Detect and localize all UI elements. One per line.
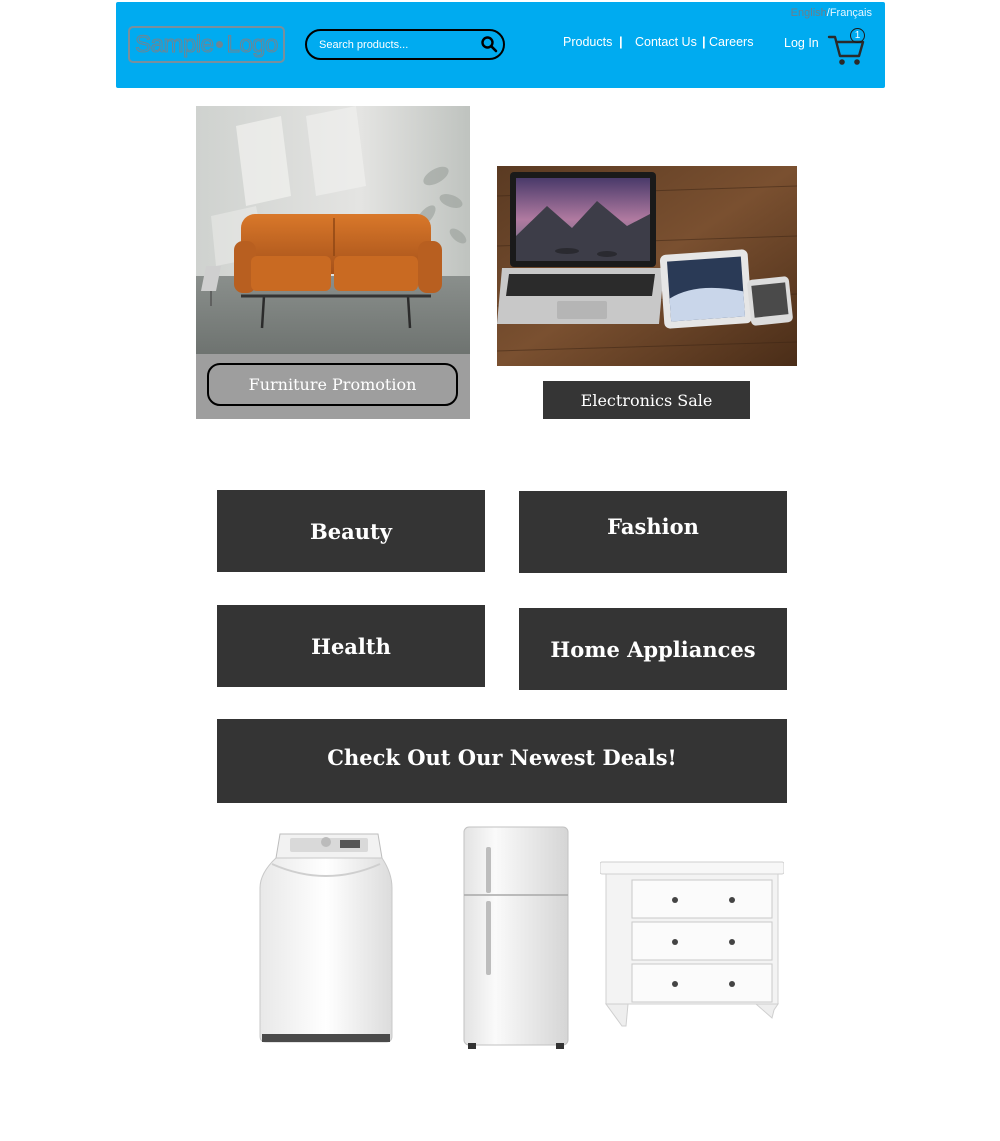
- dresser-image[interactable]: [600, 860, 784, 1030]
- nav-careers-link[interactable]: Careers: [709, 35, 753, 49]
- sofa-image: [196, 106, 470, 354]
- search-input[interactable]: [319, 36, 469, 54]
- nav-products-link[interactable]: Products: [563, 35, 612, 49]
- site-logo[interactable]: Sample Logo: [128, 26, 285, 63]
- category-beauty-button[interactable]: Beauty: [217, 490, 485, 572]
- cart-count-badge: 1: [850, 28, 865, 43]
- category-health-button[interactable]: Health: [217, 605, 485, 687]
- washing-machine-image[interactable]: [250, 828, 400, 1048]
- furniture-promotion-button[interactable]: Furniture Promotion: [207, 363, 458, 406]
- electronics-sale-button[interactable]: Electronics Sale: [543, 381, 750, 419]
- language-english-link[interactable]: English: [791, 7, 827, 19]
- electronics-image: [497, 166, 797, 366]
- refrigerator-image[interactable]: [462, 825, 570, 1051]
- logo-word-1: Sample: [135, 30, 215, 58]
- nav-separator: |: [702, 34, 706, 49]
- furniture-promotion-footer: Furniture Promotion: [196, 354, 470, 419]
- search-bar: [305, 29, 505, 60]
- login-link[interactable]: Log In: [784, 36, 819, 50]
- category-fashion-button[interactable]: Fashion: [519, 491, 787, 573]
- category-home-appliances-button[interactable]: Home Appliances: [519, 608, 787, 690]
- search-icon[interactable]: [480, 35, 498, 53]
- language-french-link[interactable]: Français: [830, 7, 872, 19]
- furniture-promotion-card: Furniture Promotion: [196, 106, 470, 419]
- newest-deals-button[interactable]: Check Out Our Newest Deals!: [217, 719, 787, 803]
- nav-separator: |: [619, 34, 623, 49]
- site-header: English/Français Sample Logo Products | …: [116, 2, 885, 88]
- nav-contact-link[interactable]: Contact Us: [635, 35, 697, 49]
- language-switcher: English/Français: [791, 7, 872, 19]
- logo-dot: [216, 41, 224, 48]
- logo-word-2: Logo: [226, 30, 279, 58]
